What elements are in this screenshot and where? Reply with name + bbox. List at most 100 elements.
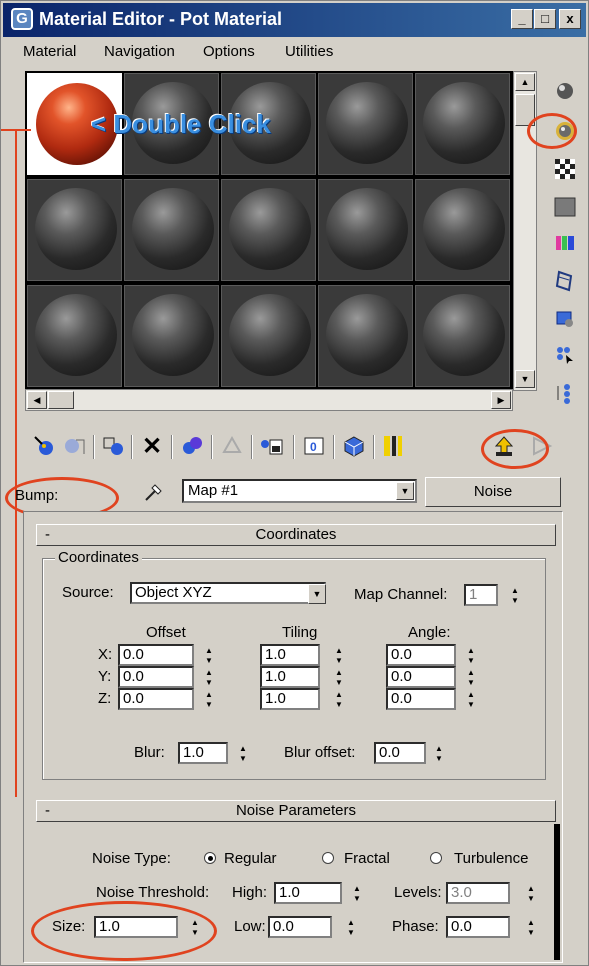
high-spinner[interactable]: ▲ ▼ <box>350 884 364 906</box>
tiling-z-field[interactable]: 1.0 <box>260 688 320 710</box>
material-preview-sphere <box>423 82 505 164</box>
sample-slot[interactable] <box>27 285 122 387</box>
menu-material[interactable]: Material <box>23 43 76 60</box>
material-effects-channel-icon[interactable] <box>259 433 285 459</box>
sample-slot[interactable] <box>415 179 510 281</box>
maximize-button[interactable]: □ <box>534 9 556 29</box>
source-dropdown[interactable]: Object XYZ <box>130 582 326 604</box>
sample-slot[interactable] <box>27 179 122 281</box>
sample-slot[interactable] <box>221 179 316 281</box>
angle-z-value: 0.0 <box>391 690 412 707</box>
get-material-icon[interactable] <box>31 433 57 459</box>
blur-offset-field[interactable]: 0.0 <box>374 742 426 764</box>
angle-y-field[interactable]: 0.0 <box>386 666 456 688</box>
put-to-scene-icon[interactable] <box>61 433 87 459</box>
noise-type-regular-label[interactable]: Regular <box>224 850 277 867</box>
angle-x-field[interactable]: 0.0 <box>386 644 456 666</box>
phase-spinner[interactable]: ▲ ▼ <box>524 918 538 940</box>
make-unique-icon[interactable] <box>179 433 205 459</box>
noise-type-fractal-radio[interactable] <box>322 852 334 864</box>
show-in-viewport-toggle-icon[interactable] <box>381 433 407 459</box>
options-icon[interactable] <box>553 307 577 331</box>
coordinates-rollout-header[interactable]: - Coordinates <box>36 524 556 546</box>
angle-z-field[interactable]: 0.0 <box>386 688 456 710</box>
reset-map-icon[interactable]: ✕ <box>139 433 165 460</box>
tiling-x-field[interactable]: 1.0 <box>260 644 320 666</box>
sample-uv-tiling-icon[interactable] <box>553 195 577 219</box>
blur-field[interactable]: 1.0 <box>178 742 228 764</box>
rollout-scrollbar[interactable] <box>554 824 560 960</box>
sample-slot[interactable] <box>318 73 413 175</box>
sample-slot[interactable] <box>318 285 413 387</box>
noise-type-fractal-label[interactable]: Fractal <box>344 850 390 867</box>
noise-type-regular-radio[interactable] <box>204 852 216 864</box>
noise-type-turbulence-label[interactable]: Turbulence <box>454 850 529 867</box>
sample-slot[interactable] <box>221 285 316 387</box>
high-field[interactable]: 1.0 <box>274 882 342 904</box>
blur-spinner[interactable]: ▲ ▼ <box>236 744 250 766</box>
sample-slot[interactable] <box>124 285 219 387</box>
angle-z-spinner[interactable]: ▲ ▼ <box>464 690 478 712</box>
sample-slot[interactable] <box>415 285 510 387</box>
menu-utilities[interactable]: Utilities <box>285 43 333 60</box>
offset-z-field[interactable]: 0.0 <box>118 688 194 710</box>
scroll-left-arrow-icon[interactable]: ◀ <box>27 391 47 409</box>
chevron-down-icon[interactable]: ▼ <box>308 584 326 604</box>
low-spinner[interactable]: ▲ ▼ <box>344 918 358 940</box>
menu-options[interactable]: Options <box>203 43 255 60</box>
tiling-y-spinner[interactable]: ▲ ▼ <box>332 668 346 690</box>
map-channel-field[interactable]: 1 <box>464 584 498 606</box>
menu-navigation[interactable]: Navigation <box>104 43 175 60</box>
map-channel-spinner[interactable]: ▲ ▼ <box>508 586 522 608</box>
map-type-button[interactable]: Noise <box>425 477 561 507</box>
material-map-navigator-icon[interactable] <box>553 381 577 405</box>
angle-x-spinner[interactable]: ▲ ▼ <box>464 646 478 668</box>
scroll-up-arrow-icon[interactable]: ▲ <box>515 73 535 91</box>
scroll-right-arrow-icon[interactable]: ▶ <box>491 391 511 409</box>
map-name-value: Map #1 <box>188 482 239 499</box>
chevron-down-icon[interactable]: ▼ <box>396 482 414 500</box>
offset-y-spinner[interactable]: ▲ ▼ <box>202 668 216 690</box>
phase-field[interactable]: 0.0 <box>446 916 510 938</box>
minimize-button[interactable]: _ <box>511 9 533 29</box>
collapse-icon[interactable]: - <box>45 801 50 821</box>
video-color-check-icon[interactable] <box>553 231 577 255</box>
assign-to-selection-icon[interactable] <box>101 433 127 459</box>
blur-label: Blur: <box>134 744 165 761</box>
offset-x-field[interactable]: 0.0 <box>118 644 194 666</box>
toolbar-separator <box>293 435 295 459</box>
tiling-z-spinner[interactable]: ▲ ▼ <box>332 690 346 712</box>
tiling-x-spinner[interactable]: ▲ ▼ <box>332 646 346 668</box>
title-bar[interactable]: G Material Editor - Pot Material _ □ x <box>3 3 586 37</box>
slots-horizontal-scrollbar[interactable]: ◀ ▶ <box>25 389 513 411</box>
offset-z-spinner[interactable]: ▲ ▼ <box>202 690 216 712</box>
levels-spinner[interactable]: ▲ ▼ <box>524 884 538 906</box>
offset-y-field[interactable]: 0.0 <box>118 666 194 688</box>
sample-slot[interactable] <box>318 179 413 281</box>
show-end-result-icon[interactable] <box>341 433 367 459</box>
select-by-material-icon[interactable] <box>553 343 577 367</box>
levels-field[interactable]: 3.0 <box>446 882 510 904</box>
offset-x-spinner[interactable]: ▲ ▼ <box>202 646 216 668</box>
low-field[interactable]: 0.0 <box>268 916 332 938</box>
material-preview-sphere <box>132 188 214 270</box>
sample-slot[interactable] <box>415 73 510 175</box>
make-preview-icon[interactable] <box>553 269 577 293</box>
pick-material-eyedropper-icon[interactable] <box>141 479 167 505</box>
noise-type-turbulence-radio[interactable] <box>430 852 442 864</box>
blur-offset-spinner[interactable]: ▲ ▼ <box>432 744 446 766</box>
angle-y-spinner[interactable]: ▲ ▼ <box>464 668 478 690</box>
tiling-y-field[interactable]: 1.0 <box>260 666 320 688</box>
show-map-in-viewport-icon[interactable]: 0 <box>301 433 327 459</box>
scroll-down-arrow-icon[interactable]: ▼ <box>515 370 535 388</box>
sample-slot[interactable] <box>124 179 219 281</box>
noise-parameters-rollout-header[interactable]: - Noise Parameters <box>36 800 556 822</box>
sample-type-sphere-icon[interactable] <box>553 79 577 103</box>
close-button[interactable]: x <box>559 9 581 29</box>
collapse-icon[interactable]: - <box>45 525 50 545</box>
checker-background-icon[interactable] <box>553 157 577 181</box>
map-name-field[interactable]: Map #1 ▼ <box>182 479 417 503</box>
put-to-library-icon[interactable] <box>219 433 245 459</box>
scroll-thumb[interactable] <box>48 391 74 409</box>
material-preview-sphere <box>132 294 214 376</box>
